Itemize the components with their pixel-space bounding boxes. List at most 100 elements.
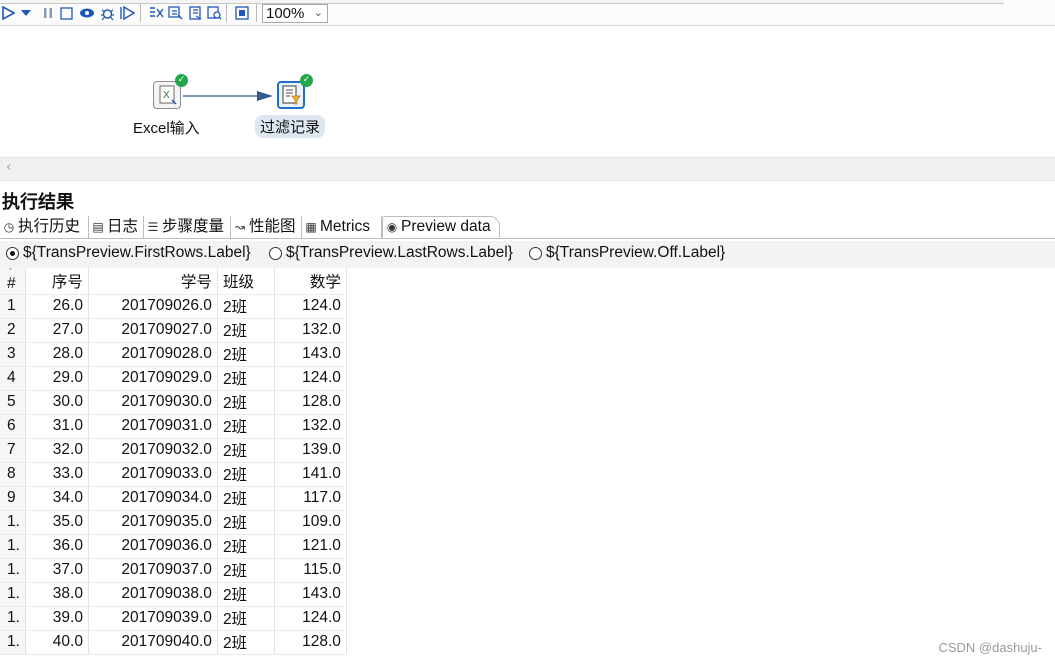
preview-icon[interactable]: [79, 5, 95, 21]
student-id-cell[interactable]: 201709028.0: [88, 342, 218, 367]
class-cell[interactable]: 2班: [217, 510, 275, 535]
student-id-cell[interactable]: 201709040.0: [88, 630, 218, 655]
transformation-canvas[interactable]: X ✓ Excel输入 ✓ 过滤记录: [0, 26, 1055, 156]
student-id-cell[interactable]: 201709031.0: [88, 414, 218, 439]
student-id-cell[interactable]: 201709038.0: [88, 582, 218, 607]
table-row[interactable]: 8 33.0 201709033.0 2班 141.0: [0, 462, 347, 487]
seq-cell[interactable]: 30.0: [25, 390, 89, 415]
row-number-cell[interactable]: 9: [0, 486, 26, 511]
math-cell[interactable]: 139.0: [274, 438, 347, 463]
student-id-cell[interactable]: 201709035.0: [88, 510, 218, 535]
seq-cell[interactable]: 39.0: [25, 606, 89, 631]
row-number-cell[interactable]: 2: [0, 318, 26, 343]
row-number-cell[interactable]: 1.: [0, 630, 26, 655]
seq-cell[interactable]: 31.0: [25, 414, 89, 439]
seq-cell[interactable]: 36.0: [25, 534, 89, 559]
table-row[interactable]: 1. 35.0 201709035.0 2班 109.0: [0, 510, 347, 535]
class-cell[interactable]: 2班: [217, 534, 275, 559]
seq-cell[interactable]: 38.0: [25, 582, 89, 607]
table-row[interactable]: 6 31.0 201709031.0 2班 132.0: [0, 414, 347, 439]
tab-performance-chart[interactable]: ↝ 性能图: [231, 216, 302, 238]
student-id-cell[interactable]: 201709029.0: [88, 366, 218, 391]
row-number-cell[interactable]: 8: [0, 462, 26, 487]
zoom-select[interactable]: 100% ⌄: [262, 4, 328, 23]
math-cell[interactable]: 117.0: [274, 486, 347, 511]
row-number-cell[interactable]: 1.: [0, 606, 26, 631]
math-cell[interactable]: 141.0: [274, 462, 347, 487]
seq-cell[interactable]: 28.0: [25, 342, 89, 367]
tab-metrics[interactable]: ▦ Metrics: [302, 216, 382, 238]
tab-log[interactable]: ▤ 日志: [89, 216, 144, 238]
run-icon[interactable]: [0, 5, 16, 21]
seq-cell[interactable]: 27.0: [25, 318, 89, 343]
class-cell[interactable]: 2班: [217, 414, 275, 439]
student-id-cell[interactable]: 201709030.0: [88, 390, 218, 415]
column-header-student-id[interactable]: 学号: [88, 268, 218, 295]
math-cell[interactable]: 124.0: [274, 366, 347, 391]
row-number-cell[interactable]: 1.: [0, 558, 26, 583]
seq-cell[interactable]: 37.0: [25, 558, 89, 583]
impact-icon[interactable]: [167, 5, 183, 21]
table-row[interactable]: 9 34.0 201709034.0 2班 117.0: [0, 486, 347, 511]
table-row[interactable]: 5 30.0 201709030.0 2班 128.0: [0, 390, 347, 415]
math-cell[interactable]: 109.0: [274, 510, 347, 535]
table-row[interactable]: 1 26.0 201709026.0 2班 124.0: [0, 294, 347, 319]
row-number-cell[interactable]: 1: [0, 294, 26, 319]
class-cell[interactable]: 2班: [217, 558, 275, 583]
table-row[interactable]: 1. 40.0 201709040.0 2班 128.0: [0, 630, 347, 655]
seq-cell[interactable]: 34.0: [25, 486, 89, 511]
class-cell[interactable]: 2班: [217, 462, 275, 487]
class-cell[interactable]: 2班: [217, 438, 275, 463]
student-id-cell[interactable]: 201709027.0: [88, 318, 218, 343]
seq-cell[interactable]: 35.0: [25, 510, 89, 535]
table-row[interactable]: 1. 36.0 201709036.0 2班 121.0: [0, 534, 347, 559]
student-id-cell[interactable]: 201709034.0: [88, 486, 218, 511]
student-id-cell[interactable]: 201709033.0: [88, 462, 218, 487]
student-id-cell[interactable]: 201709032.0: [88, 438, 218, 463]
table-row[interactable]: 1. 37.0 201709037.0 2班 115.0: [0, 558, 347, 583]
row-number-cell[interactable]: 1.: [0, 534, 26, 559]
math-cell[interactable]: 121.0: [274, 534, 347, 559]
tab-step-metrics[interactable]: ☰ 步骤度量: [144, 216, 231, 238]
hop-arrow[interactable]: [183, 90, 275, 102]
student-id-cell[interactable]: 201709036.0: [88, 534, 218, 559]
class-cell[interactable]: 2班: [217, 630, 275, 655]
table-row[interactable]: 7 32.0 201709032.0 2班 139.0: [0, 438, 347, 463]
math-cell[interactable]: 132.0: [274, 318, 347, 343]
column-header-row-number[interactable]: ˆ #: [0, 267, 26, 295]
row-number-cell[interactable]: 3: [0, 342, 26, 367]
class-cell[interactable]: 2班: [217, 486, 275, 511]
replay-icon[interactable]: [119, 5, 135, 21]
row-number-cell[interactable]: 4: [0, 366, 26, 391]
seq-cell[interactable]: 29.0: [25, 366, 89, 391]
run-options-icon[interactable]: [20, 5, 32, 21]
class-cell[interactable]: 2班: [217, 606, 275, 631]
radio-first-rows[interactable]: ${TransPreview.FirstRows.Label}: [6, 244, 251, 262]
student-id-cell[interactable]: 201709039.0: [88, 606, 218, 631]
student-id-cell[interactable]: 201709037.0: [88, 558, 218, 583]
seq-cell[interactable]: 32.0: [25, 438, 89, 463]
column-header-math[interactable]: 数学: [274, 268, 347, 295]
filter-rows-step[interactable]: [277, 81, 305, 109]
table-row[interactable]: 1. 38.0 201709038.0 2班 143.0: [0, 582, 347, 607]
class-cell[interactable]: 2班: [217, 366, 275, 391]
row-number-cell[interactable]: 5: [0, 390, 26, 415]
table-row[interactable]: 4 29.0 201709029.0 2班 124.0: [0, 366, 347, 391]
column-header-seq[interactable]: 序号: [25, 268, 89, 295]
math-cell[interactable]: 143.0: [274, 342, 347, 367]
tab-execution-history[interactable]: ◷ 执行历史: [0, 216, 89, 238]
math-cell[interactable]: 128.0: [274, 390, 347, 415]
radio-off[interactable]: ${TransPreview.Off.Label}: [529, 244, 725, 262]
column-header-class[interactable]: 班级: [217, 268, 275, 295]
stop-icon[interactable]: [58, 5, 74, 21]
scroll-left-icon[interactable]: ‹: [6, 159, 12, 175]
class-cell[interactable]: 2班: [217, 342, 275, 367]
row-number-cell[interactable]: 6: [0, 414, 26, 439]
seq-cell[interactable]: 40.0: [25, 630, 89, 655]
class-cell[interactable]: 2班: [217, 318, 275, 343]
math-cell[interactable]: 132.0: [274, 414, 347, 439]
math-cell[interactable]: 115.0: [274, 558, 347, 583]
math-cell[interactable]: 124.0: [274, 294, 347, 319]
class-cell[interactable]: 2班: [217, 582, 275, 607]
seq-cell[interactable]: 33.0: [25, 462, 89, 487]
